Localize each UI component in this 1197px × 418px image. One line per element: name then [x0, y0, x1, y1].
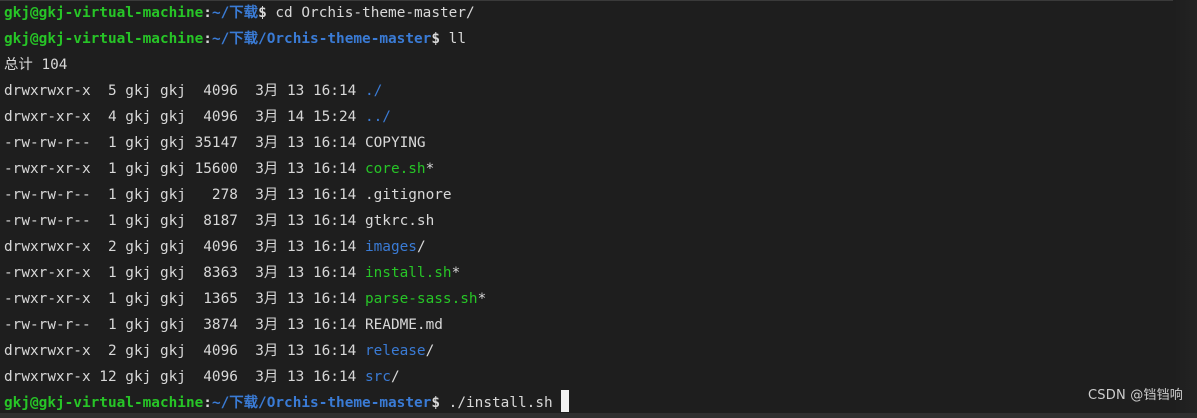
listing-meta: drwxrwxr-x 2 gkj gkj 4096 3月 13 16:14 — [4, 343, 365, 359]
terminal-window[interactable]: gkj@gkj-virtual-machine:~/下载$ cd Orchis-… — [0, 0, 1197, 418]
listing-row: drwxrwxr-x 2 gkj gkj 4096 3月 13 16:14 im… — [4, 234, 1197, 260]
bottom-border — [0, 413, 1197, 418]
listing-meta: -rw-rw-r-- 1 gkj gkj 35147 3月 13 16:14 — [4, 135, 365, 151]
terminal-output: gkj@gkj-virtual-machine:~/下载$ cd Orchis-… — [4, 0, 1197, 416]
listing-total: 总计 104 — [4, 57, 68, 73]
listing-meta: -rwxr-xr-x 1 gkj gkj 15600 3月 13 16:14 — [4, 161, 365, 177]
listing-meta: -rw-rw-r-- 1 gkj gkj 3874 3月 13 16:14 — [4, 317, 365, 333]
prompt-user-host: gkj@gkj-virtual-machine — [4, 395, 204, 411]
prompt-dollar: $ — [431, 395, 441, 411]
listing-name: COPYING — [364, 135, 426, 151]
listing-row: drwxrwxr-x 12 gkj gkj 4096 3月 13 16:14 s… — [4, 364, 1197, 390]
listing-name: .gitignore — [364, 187, 452, 203]
prompt-dollar: $ — [258, 5, 267, 21]
prompt-colon: : — [203, 5, 212, 21]
listing-mark: / — [425, 343, 435, 359]
listing-meta: -rw-rw-r-- 1 gkj gkj 278 3月 13 16:14 — [4, 187, 365, 203]
listing-row: drwxr-xr-x 4 gkj gkj 4096 3月 14 15:24 ..… — [4, 104, 1197, 130]
listing-meta: drwxrwxr-x 12 gkj gkj 4096 3月 13 16:14 — [4, 369, 365, 385]
listing-row: -rw-rw-r-- 1 gkj gkj 35147 3月 13 16:14 C… — [4, 130, 1197, 156]
listing-name: ../ — [364, 109, 391, 125]
listing-meta: -rwxr-xr-x 1 gkj gkj 8363 3月 13 16:14 — [4, 265, 365, 281]
listing-name: src — [364, 369, 391, 385]
prompt-user-host: gkj@gkj-virtual-machine — [4, 31, 204, 47]
listing-meta: drwxrwxr-x 5 gkj gkj 4096 3月 13 16:14 — [4, 83, 365, 99]
listing-row: -rwxr-xr-x 1 gkj gkj 1365 3月 13 16:14 pa… — [4, 286, 1197, 312]
listing-mark: * — [477, 291, 487, 307]
prompt-colon: : — [203, 395, 212, 411]
listing-row: -rw-rw-r-- 1 gkj gkj 278 3月 13 16:14 .gi… — [4, 182, 1197, 208]
listing-name: README.md — [364, 317, 443, 333]
watermark: CSDN @铛铛响 — [1088, 388, 1183, 403]
listing-meta: drwxrwxr-x 2 gkj gkj 4096 3月 13 16:14 — [4, 239, 365, 255]
listing-mark: * — [425, 161, 435, 177]
prompt-path: ~/下载/Orchis-theme-master — [211, 31, 432, 47]
listing-meta: -rwxr-xr-x 1 gkj gkj 1365 3月 13 16:14 — [4, 291, 365, 307]
prompt-path: ~/下载 — [211, 5, 259, 21]
listing-row: -rw-rw-r-- 1 gkj gkj 8187 3月 13 16:14 gt… — [4, 208, 1197, 234]
listing-name: parse-sass.sh — [364, 291, 478, 307]
listing-mark: / — [416, 239, 426, 255]
listing-mark: * — [451, 265, 461, 281]
listing-row: -rwxr-xr-x 1 gkj gkj 15600 3月 13 16:14 c… — [4, 156, 1197, 182]
listing-name: gtkrc.sh — [364, 213, 435, 229]
command-input-text[interactable]: ./install.sh — [440, 395, 553, 411]
listing-meta: -rw-rw-r-- 1 gkj gkj 8187 3月 13 16:14 — [4, 213, 365, 229]
listing-name: core.sh — [364, 161, 426, 177]
prompt-line-cd: gkj@gkj-virtual-machine:~/下载$ cd Orchis-… — [4, 0, 1197, 26]
listing-row: -rw-rw-r-- 1 gkj gkj 3874 3月 13 16:14 RE… — [4, 312, 1197, 338]
command-text: cd Orchis-theme-master/ — [266, 5, 475, 21]
listing-name: images — [364, 239, 417, 255]
listing-row: drwxrwxr-x 5 gkj gkj 4096 3月 13 16:14 ./ — [4, 78, 1197, 104]
listing-row: -rwxr-xr-x 1 gkj gkj 8363 3月 13 16:14 in… — [4, 260, 1197, 286]
listing-meta: drwxr-xr-x 4 gkj gkj 4096 3月 14 15:24 — [4, 109, 365, 125]
prompt-dollar: $ — [431, 31, 441, 47]
listing-name: ./ — [364, 83, 383, 99]
prompt-line-ll: gkj@gkj-virtual-machine:~/下载/Orchis-them… — [4, 26, 1197, 52]
listing-name: install.sh — [364, 265, 452, 281]
listing-name: release — [364, 343, 426, 359]
text-cursor — [560, 390, 569, 412]
command-text: ll — [440, 31, 467, 47]
listing-mark: / — [390, 369, 400, 385]
listing-row: drwxrwxr-x 2 gkj gkj 4096 3月 13 16:14 re… — [4, 338, 1197, 364]
prompt-colon: : — [203, 31, 212, 47]
prompt-path: ~/下载/Orchis-theme-master — [211, 395, 432, 411]
prompt-user-host: gkj@gkj-virtual-machine — [4, 5, 204, 21]
